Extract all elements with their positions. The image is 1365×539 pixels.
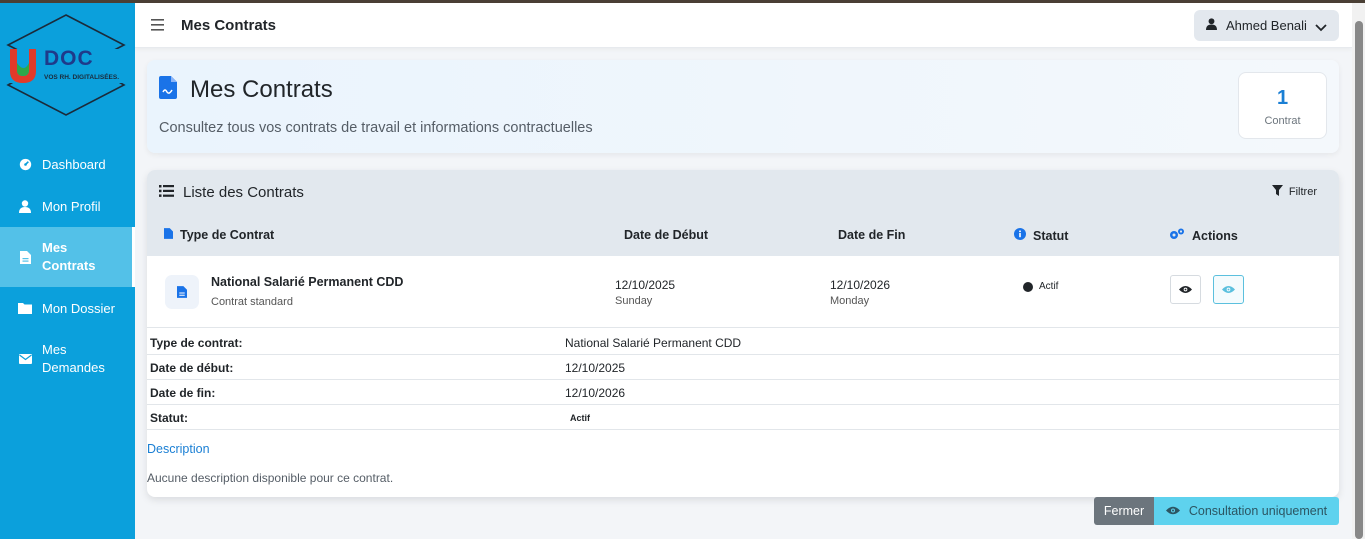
page-header-card: Mes Contrats Consultez tous vos contrats…	[147, 60, 1339, 153]
vertical-scrollbar[interactable]	[1352, 3, 1365, 539]
close-button[interactable]: Fermer	[1094, 497, 1154, 525]
detail-label: Date de fin:	[150, 386, 216, 400]
detail-row-status: Statut: Actif	[147, 405, 1339, 430]
contract-name: National Salarié Permanent CDD	[211, 275, 404, 289]
page-title: Mes Contrats	[181, 17, 277, 34]
topbar: Mes Contrats Ahmed Benali	[135, 3, 1352, 48]
sidebar-item-label: Mes Demandes	[42, 342, 105, 375]
menu-toggle-icon[interactable]	[151, 18, 164, 31]
brand-logo[interactable]: DOC VOS RH. DIGITALISÉES.	[6, 13, 126, 117]
eye-icon	[1222, 281, 1235, 299]
gauge-icon	[17, 156, 33, 172]
detail-label: Type de contrat:	[150, 336, 243, 350]
header-title: Mes Contrats	[190, 76, 333, 103]
column-header-start: Date de Début	[624, 228, 708, 242]
contracts-list-card: Liste des Contrats Filtrer Type de Contr…	[147, 170, 1339, 497]
sidebar-item-requests[interactable]: Mes Demandes	[0, 329, 135, 389]
column-header-label: Date de Fin	[838, 228, 906, 242]
status-badge: Actif	[570, 413, 590, 423]
list-header: Liste des Contrats Filtrer Type de Contr…	[147, 170, 1339, 256]
end-date: 12/10/2026	[830, 278, 891, 292]
detail-row-end: Date de fin: 12/10/2026	[147, 380, 1339, 405]
start-day: Sunday	[615, 295, 653, 307]
contract-count-label: Contrat	[1264, 115, 1301, 127]
user-icon	[1206, 18, 1217, 33]
gears-icon	[1169, 228, 1192, 243]
user-icon	[17, 198, 33, 214]
folder-icon	[17, 300, 33, 316]
sidebar-item-label: Mon Dossier	[42, 300, 115, 316]
envelope-icon	[17, 351, 33, 367]
header-subtitle: Consultez tous vos contrats de travail e…	[159, 120, 593, 136]
detail-value: 12/10/2026	[565, 386, 626, 400]
sidebar-item-profile[interactable]: Mon Profil	[0, 185, 135, 227]
sidebar: DOC VOS RH. DIGITALISÉES. Dashboard Mon …	[0, 3, 135, 539]
list-icon	[159, 184, 183, 201]
description-text: Aucune description disponible pour ce co…	[147, 471, 394, 485]
brand-tagline: VOS RH. DIGITALISÉES.	[44, 74, 120, 81]
detail-value: National Salarié Permanent CDD	[565, 336, 742, 350]
filter-button[interactable]: Filtrer	[1271, 185, 1317, 199]
contract-file-icon	[159, 76, 177, 104]
document-icon	[165, 275, 199, 309]
scrollbar-thumb[interactable]	[1355, 21, 1363, 539]
status-text: Actif	[1039, 281, 1059, 292]
contract-count-value: 1	[1276, 87, 1289, 109]
contract-type: Contrat standard	[211, 296, 293, 308]
contract-count-card: 1 Contrat	[1238, 72, 1327, 139]
column-header-status: Statut	[1014, 228, 1068, 243]
user-name: Ahmed Benali	[1226, 18, 1307, 33]
filter-icon	[1271, 185, 1289, 199]
file-icon	[164, 228, 180, 242]
eye-icon	[1179, 281, 1192, 299]
status-badge: Actif	[1023, 281, 1058, 292]
column-header-type: Type de Contrat	[164, 228, 274, 242]
list-title: Liste des Contrats	[159, 184, 304, 201]
chevron-down-icon	[1315, 20, 1327, 35]
column-header-label: Type de Contrat	[180, 228, 275, 242]
end-day: Monday	[830, 295, 870, 307]
sidebar-item-dashboard[interactable]: Dashboard	[0, 143, 135, 185]
file-icon	[17, 249, 33, 265]
sidebar-item-label: Mon Profil	[42, 198, 101, 214]
start-date: 12/10/2025	[615, 278, 676, 292]
consultation-only-button[interactable]: Consultation uniquement	[1154, 497, 1339, 525]
info-icon	[1014, 228, 1033, 243]
sidebar-item-label: Dashboard	[42, 156, 106, 172]
details-toggle-button[interactable]	[1213, 275, 1244, 304]
consultation-label: Consultation uniquement	[1188, 504, 1328, 518]
detail-row-type: Type de contrat: National Salarié Perman…	[147, 330, 1339, 355]
view-button[interactable]	[1170, 275, 1201, 304]
sidebar-item-dossier[interactable]: Mon Dossier	[0, 287, 135, 329]
status-dot	[1023, 281, 1033, 292]
detail-row-start: Date de début: 12/10/2025	[147, 355, 1339, 380]
column-header-label: Actions	[1192, 228, 1238, 243]
table-row[interactable]: National Salarié Permanent CDD Contrat s…	[147, 256, 1339, 328]
filter-label: Filtrer	[1288, 186, 1317, 198]
brand-logo-text: DOC	[44, 47, 94, 70]
column-header-actions: Actions	[1169, 228, 1238, 243]
sidebar-item-contracts[interactable]: Mes Contrats	[0, 227, 135, 287]
detail-label: Date de début:	[150, 361, 234, 375]
detail-value: 12/10/2025	[565, 361, 626, 375]
list-title-text: Liste des Contrats	[183, 184, 304, 201]
column-header-end: Date de Fin	[838, 228, 905, 242]
user-menu-button[interactable]: Ahmed Benali	[1194, 10, 1339, 41]
eye-icon	[1165, 504, 1189, 518]
sidebar-nav: Dashboard Mon Profil Mes Contrats Mon Do…	[0, 143, 135, 389]
column-header-label: Date de Début	[624, 228, 709, 242]
app-window: DOC VOS RH. DIGITALISÉES. Dashboard Mon …	[0, 3, 1352, 539]
sidebar-item-label: Mes Contrats	[42, 240, 96, 273]
column-header-label: Statut	[1033, 228, 1069, 243]
description-title: Description	[147, 442, 210, 456]
detail-label: Statut:	[150, 411, 188, 425]
